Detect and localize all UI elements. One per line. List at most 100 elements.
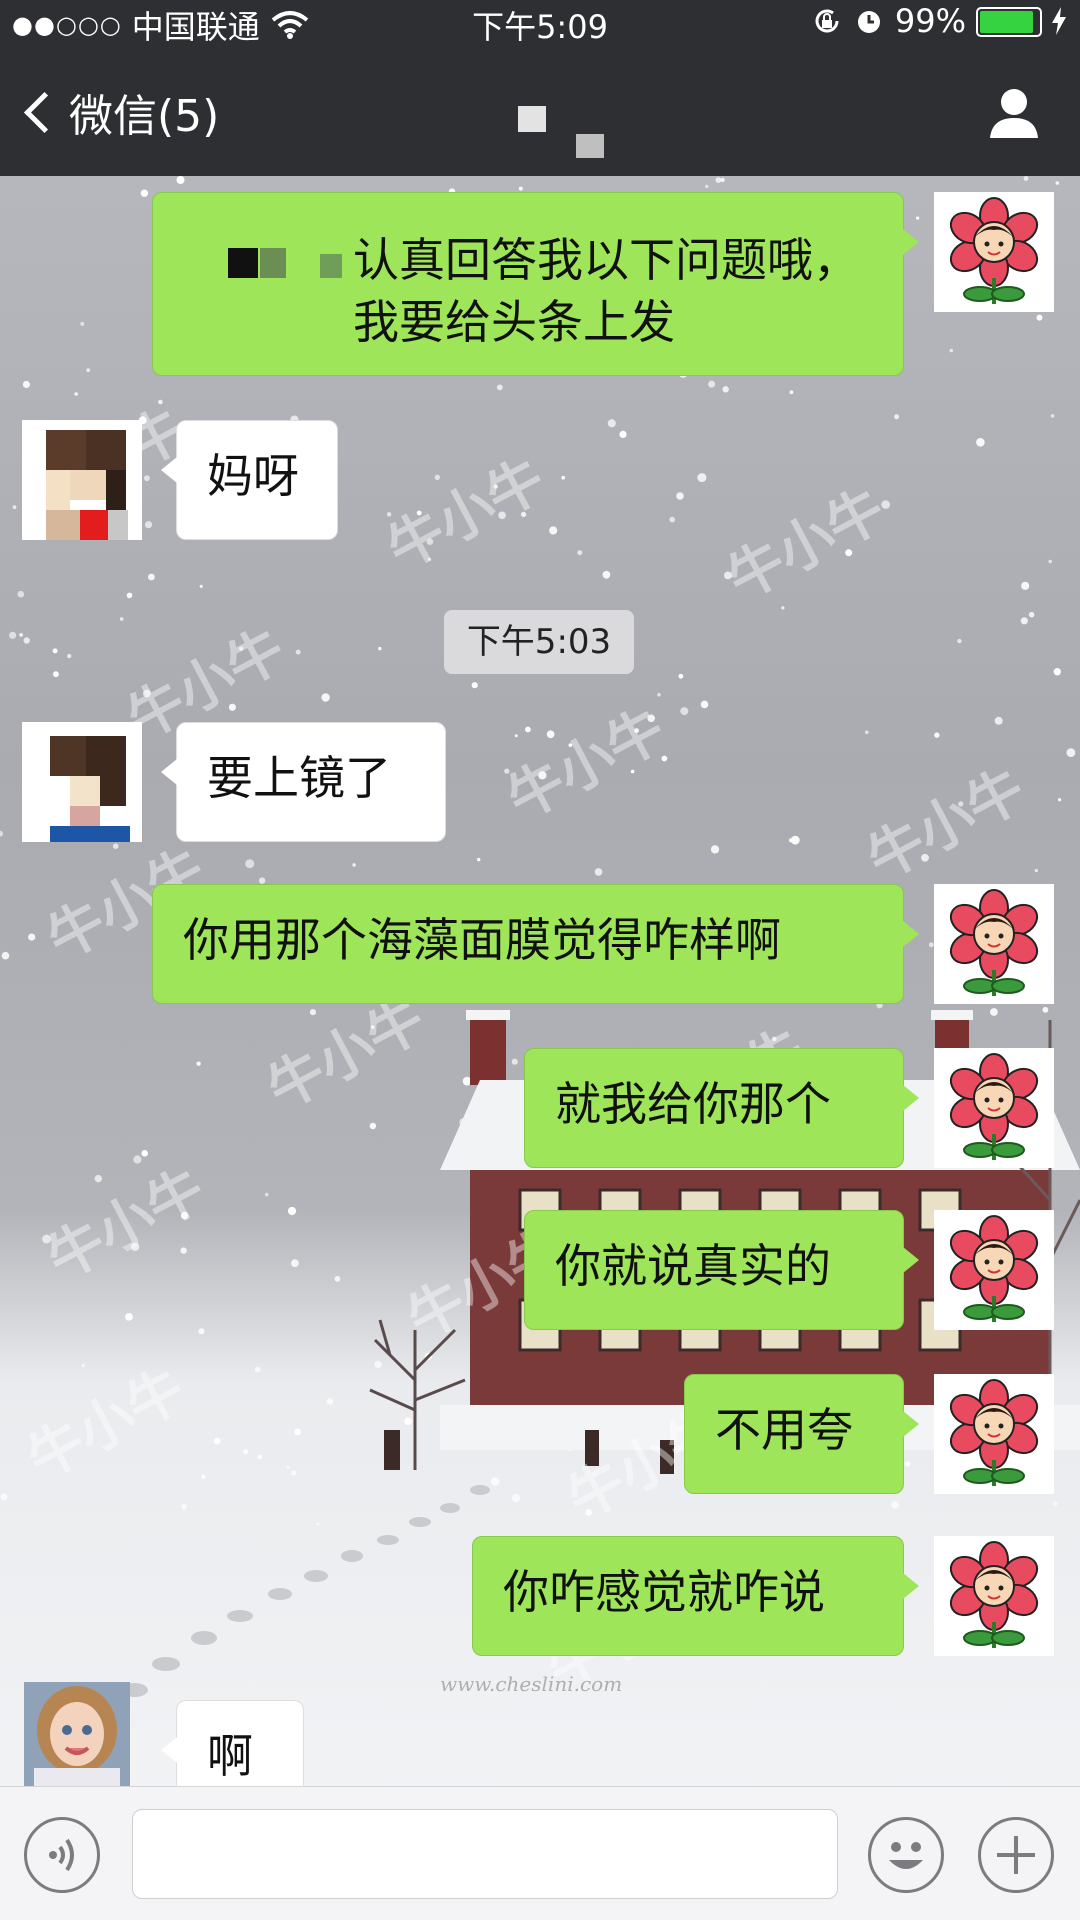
snowflake bbox=[378, 646, 382, 651]
flower-avatar bbox=[934, 1536, 1054, 1656]
contact-avatar[interactable] bbox=[24, 1682, 130, 1786]
message-bubble-outgoing[interactable]: 不用夸 bbox=[684, 1374, 919, 1494]
snowflake bbox=[700, 700, 709, 709]
contact-name-redacted bbox=[518, 106, 604, 158]
snowflake bbox=[201, 1474, 206, 1479]
snowflake bbox=[678, 673, 684, 679]
snowflake bbox=[496, 384, 503, 391]
snowflake bbox=[669, 516, 675, 523]
chat-header: 微信(5) bbox=[0, 44, 1080, 176]
battery-icon bbox=[976, 7, 1042, 37]
message-bubble-outgoing[interactable]: 认真回答我以下问题哦，我要给头条上发 bbox=[152, 192, 919, 376]
snowflake bbox=[549, 526, 558, 535]
message-text: 妈呀 bbox=[207, 449, 299, 503]
emoji-button[interactable] bbox=[868, 1817, 944, 1893]
plus-icon bbox=[997, 1836, 1035, 1874]
message-bubble-incoming[interactable]: 妈呀 bbox=[161, 420, 338, 540]
snowflake bbox=[921, 853, 929, 862]
site-watermark: www.cheslini.com bbox=[440, 1672, 623, 1696]
snowflake bbox=[1, 951, 10, 960]
snowflake bbox=[928, 942, 934, 948]
snowflake bbox=[140, 189, 149, 197]
my-avatar[interactable] bbox=[934, 1210, 1054, 1330]
contact-avatar[interactable] bbox=[22, 722, 142, 842]
chat-screen: 牛小牛 牛小牛 牛小牛 牛小牛 牛小牛 牛小牛 牛小牛 牛小牛 牛小牛 牛小牛 … bbox=[0, 0, 1080, 1920]
snowflake bbox=[561, 475, 565, 480]
profile-icon[interactable] bbox=[986, 84, 1042, 140]
snowflake bbox=[321, 693, 330, 702]
fence-post bbox=[384, 1430, 400, 1470]
snowflake bbox=[1055, 181, 1060, 185]
snowflake bbox=[680, 707, 689, 716]
snowflake bbox=[891, 1501, 899, 1509]
snowflake bbox=[715, 177, 722, 183]
child-photo-avatar bbox=[24, 1682, 130, 1786]
snowflake bbox=[1066, 748, 1076, 757]
snowflake bbox=[144, 475, 150, 482]
snowflake bbox=[19, 633, 23, 637]
snowflake bbox=[1028, 611, 1035, 618]
message-bubble-incoming[interactable]: 啊 bbox=[161, 1700, 304, 1800]
snowflake bbox=[1058, 798, 1062, 802]
message-bubble-outgoing[interactable]: 就我给你那个 bbox=[524, 1048, 919, 1168]
snowflake bbox=[81, 1363, 86, 1368]
snowflake bbox=[1050, 414, 1055, 418]
snowflake bbox=[141, 1150, 148, 1157]
flower-avatar bbox=[934, 1210, 1054, 1330]
my-avatar[interactable] bbox=[934, 192, 1054, 312]
snowflake bbox=[710, 845, 720, 854]
message-text: 要上镜了 bbox=[207, 751, 391, 805]
snowflake bbox=[334, 1276, 341, 1282]
snowflake bbox=[1034, 868, 1038, 873]
snowflake bbox=[949, 348, 954, 353]
snowflake bbox=[295, 649, 301, 655]
snowflake bbox=[1023, 176, 1029, 181]
snowflake bbox=[80, 321, 85, 326]
snowflake bbox=[789, 390, 794, 395]
fence-post bbox=[585, 1430, 599, 1466]
my-avatar[interactable] bbox=[934, 1536, 1054, 1656]
status-bar: ●●○○○ 中国联通 下午5:09 99% bbox=[0, 0, 1080, 46]
snowflake bbox=[144, 521, 153, 529]
snowflake bbox=[1021, 581, 1030, 590]
snowflake bbox=[630, 769, 635, 774]
snowflake bbox=[180, 1247, 187, 1254]
snowflake bbox=[520, 511, 527, 518]
snowflake bbox=[74, 392, 78, 396]
message-bubble-outgoing[interactable]: 你咋感觉就咋说 bbox=[472, 1536, 919, 1656]
snowflake bbox=[546, 730, 555, 739]
snowflake bbox=[264, 1192, 269, 1197]
message-bubble-outgoing[interactable]: 你就说真实的 bbox=[524, 1210, 919, 1330]
snowflake bbox=[258, 877, 266, 884]
contact-avatar[interactable] bbox=[22, 420, 142, 540]
snowflake bbox=[143, 689, 151, 698]
my-avatar[interactable] bbox=[934, 1048, 1054, 1168]
back-button[interactable]: 微信(5) bbox=[22, 80, 219, 144]
snowflake bbox=[568, 743, 573, 747]
avatar-mosaic bbox=[22, 722, 142, 842]
message-input[interactable] bbox=[132, 1809, 838, 1899]
message-bubble-incoming[interactable]: 要上镜了 bbox=[161, 722, 446, 842]
flower-avatar bbox=[934, 884, 1054, 1004]
snowflake bbox=[525, 726, 531, 733]
snowflake bbox=[23, 637, 30, 644]
snowflake bbox=[994, 716, 1003, 725]
snowflake bbox=[511, 1493, 521, 1503]
my-avatar[interactable] bbox=[934, 884, 1054, 1004]
snowflake bbox=[1052, 1501, 1058, 1507]
snowflake bbox=[180, 1211, 189, 1220]
snowflake bbox=[12, 505, 17, 510]
voice-button[interactable] bbox=[24, 1817, 100, 1893]
snowflake bbox=[416, 510, 422, 516]
snowflake bbox=[119, 617, 124, 621]
more-button[interactable] bbox=[978, 1817, 1054, 1893]
avatar-mosaic bbox=[22, 420, 142, 540]
message-text: 你用那个海藻面膜觉得咋样啊 bbox=[183, 913, 781, 967]
snowflake bbox=[287, 1206, 297, 1216]
snowflake bbox=[112, 843, 119, 849]
snowflake bbox=[294, 1428, 301, 1436]
message-text: 你就说真实的 bbox=[555, 1239, 831, 1293]
message-bubble-outgoing[interactable]: 你用那个海藻面膜觉得咋样啊 bbox=[152, 884, 919, 1004]
snowflake bbox=[257, 1454, 262, 1460]
my-avatar[interactable] bbox=[934, 1374, 1054, 1494]
